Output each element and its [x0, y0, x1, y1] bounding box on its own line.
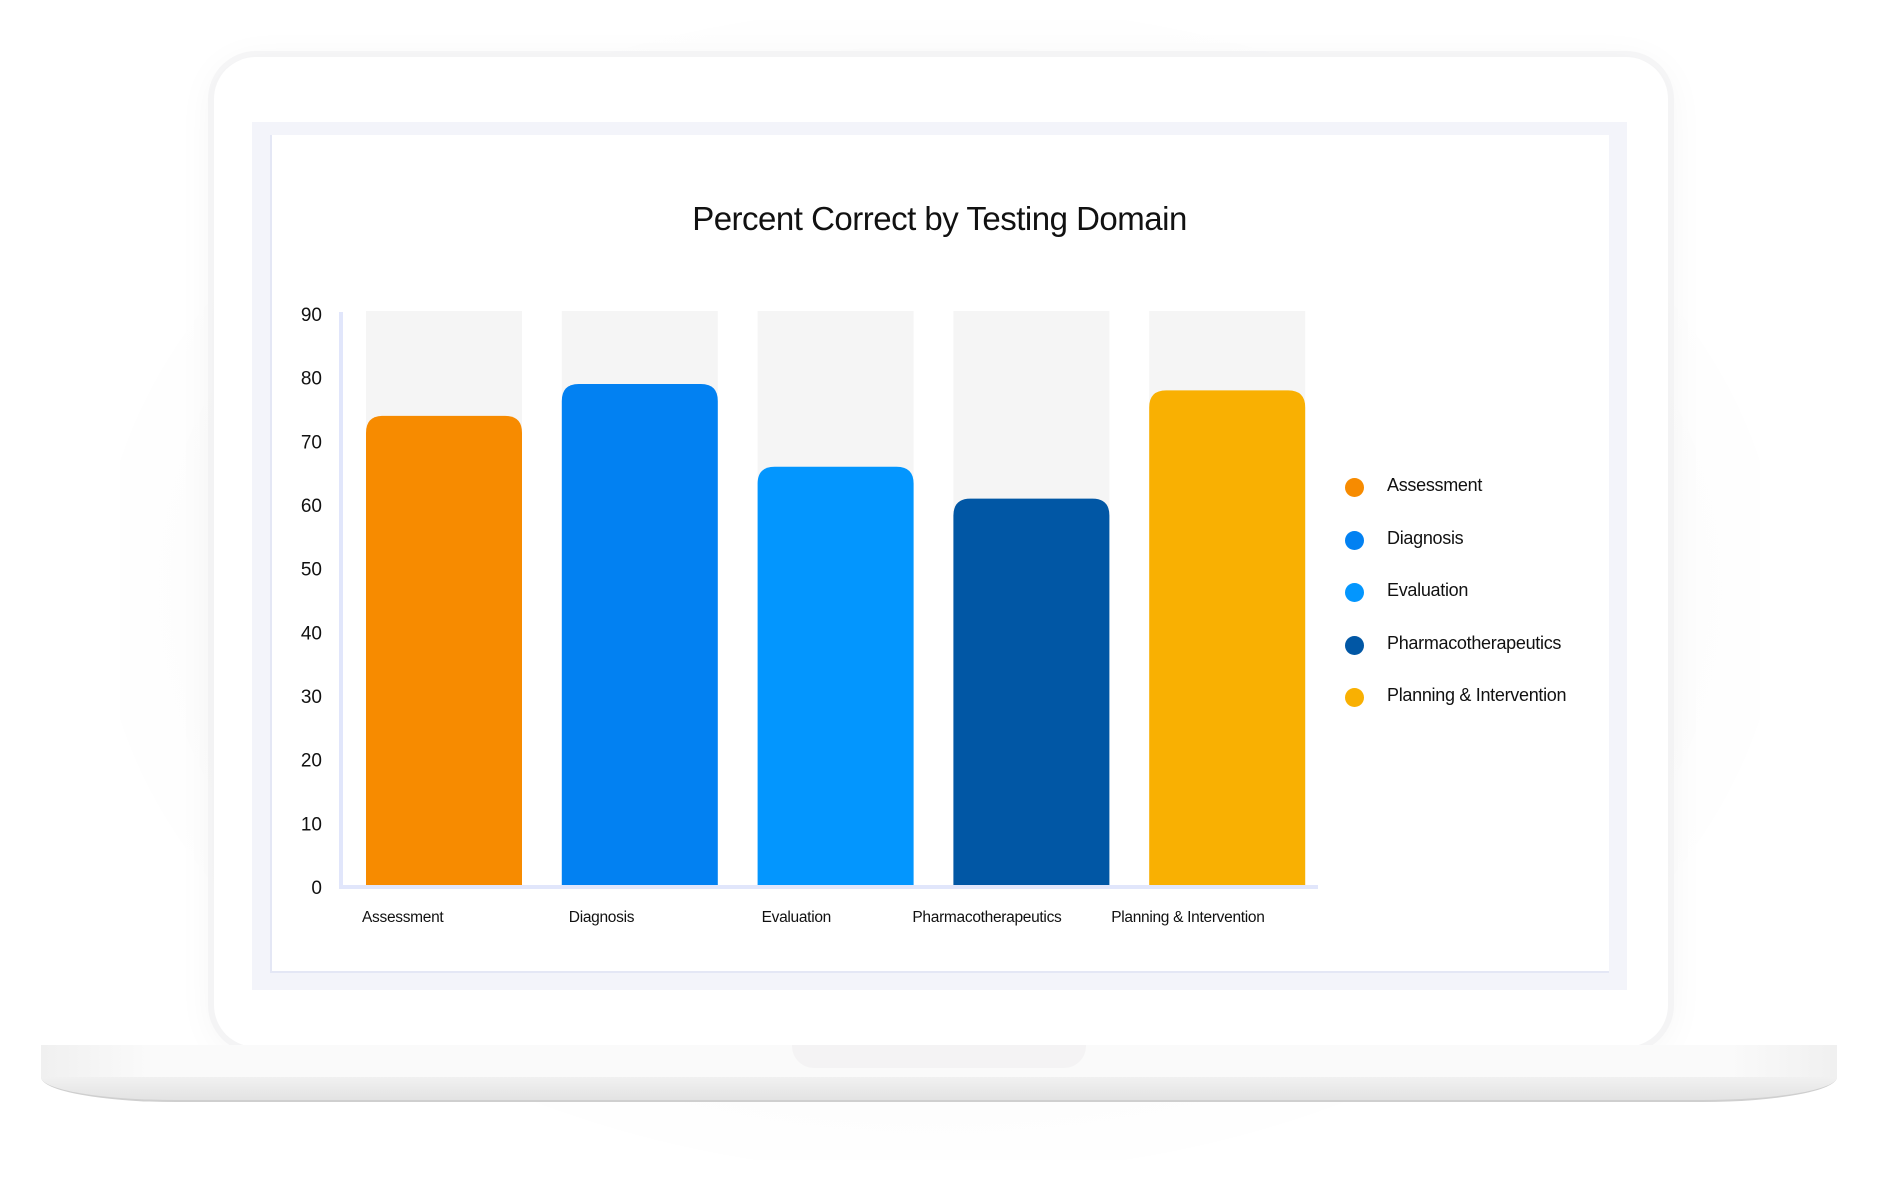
legend-label: Assessment [1387, 475, 1483, 495]
y-axis-line [339, 312, 343, 889]
bar-evaluation [757, 466, 914, 885]
legend-item: Assessment [1345, 475, 1566, 528]
x-tick-label: Evaluation [762, 909, 831, 926]
bar-planning-intervention [1149, 390, 1306, 885]
legend: Assessment Diagnosis Evaluation Pharmacothe… [1345, 475, 1567, 738]
legend-swatch-icon [1345, 688, 1364, 707]
legend-label: Planning & Intervention [1387, 685, 1567, 705]
bar-chart: 0 10 20 30 40 50 60 70 80 90 Assessment Diagnosis E… [301, 305, 1318, 926]
x-tick-label: Pharmacotherapeutics [912, 909, 1062, 926]
legend-item: Evaluation [1345, 580, 1566, 633]
y-tick-label: 20 [301, 751, 322, 772]
legend-label: Diagnosis [1387, 527, 1464, 548]
x-axis-line [339, 885, 1318, 889]
bar-assessment [366, 415, 522, 885]
legend-swatch-icon [1345, 635, 1364, 655]
y-tick-label: 30 [301, 687, 322, 708]
y-tick-labels: 0 10 20 30 40 50 60 70 80 90 [301, 305, 322, 899]
y-tick-label: 60 [301, 496, 322, 517]
y-tick-label: 10 [301, 814, 322, 835]
bar-pharmacotherapeutics [953, 498, 1110, 885]
bar-diagnosis [561, 384, 718, 885]
legend-swatch-icon [1345, 530, 1364, 550]
y-tick-label: 40 [301, 623, 322, 644]
y-tick-label: 90 [301, 305, 322, 326]
x-tick-label: Diagnosis [569, 909, 635, 926]
legend-item: Pharmacotherapeutics [1345, 633, 1566, 686]
legend-label: Pharmacotherapeutics [1387, 632, 1562, 653]
y-tick-label: 50 [301, 560, 322, 581]
x-tick-labels: Assessment Diagnosis Evaluation Pharmacothe… [362, 909, 1265, 926]
legend-swatch-icon [1345, 583, 1364, 602]
legend-item: Diagnosis [1345, 528, 1566, 581]
x-tick-label: Planning & Intervention [1111, 909, 1264, 926]
y-tick-label: 80 [301, 369, 322, 390]
y-tick-label: 70 [301, 432, 322, 453]
y-tick-label: 0 [311, 878, 322, 899]
legend-swatch-icon [1345, 478, 1364, 497]
x-tick-label: Assessment [362, 909, 444, 926]
legend-item: Planning & Intervention [1345, 685, 1567, 738]
legend-label: Evaluation [1387, 580, 1469, 600]
